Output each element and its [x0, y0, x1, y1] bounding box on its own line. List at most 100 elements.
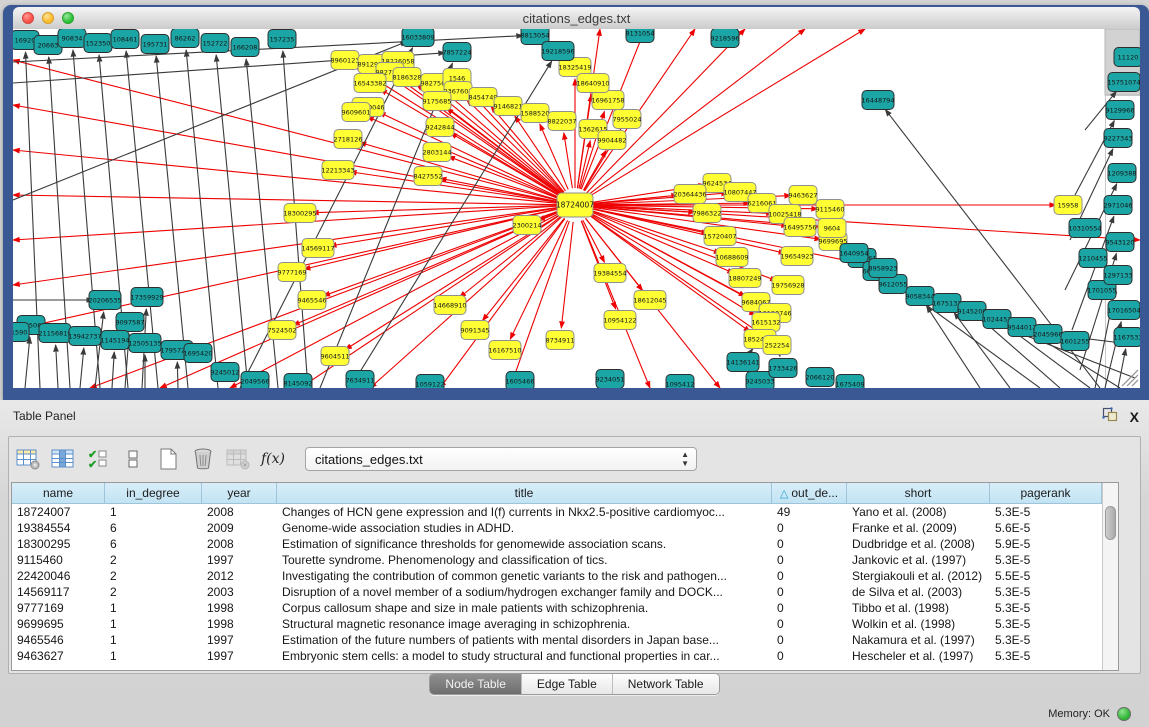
table-cell[interactable]: 5.3E-5	[990, 584, 1102, 600]
table-row[interactable]: 1938455462009Genome-wide association stu…	[12, 520, 1118, 536]
table-cell[interactable]: 0	[772, 584, 847, 600]
table-cell[interactable]: 5.3E-5	[990, 648, 1102, 664]
table-cell[interactable]: Yano et al. (2008)	[847, 504, 990, 520]
citation-edge[interactable]	[510, 220, 567, 339]
tab-network-table[interactable]: Network Table	[612, 674, 719, 694]
citation-edge[interactable]	[592, 193, 728, 204]
table-cell[interactable]: 0	[772, 648, 847, 664]
table-cell[interactable]: Genome-wide association studies in ADHD.	[277, 520, 772, 536]
citation-edge[interactable]	[13, 195, 558, 205]
table-cell[interactable]: 0	[772, 536, 847, 552]
table-cell[interactable]: Tourette syndrome. Phenomenology and cla…	[277, 552, 772, 568]
table-cell[interactable]: 19384554	[12, 520, 105, 536]
resize-grip-icon[interactable]	[1122, 370, 1138, 386]
citation-edge[interactable]	[312, 205, 558, 212]
tab-node-table[interactable]: Node Table	[430, 674, 521, 694]
table-cell[interactable]: Structural magnetic resonance image aver…	[277, 616, 772, 632]
column-header-name[interactable]: name	[12, 483, 105, 504]
function-builder-icon[interactable]: f(x)	[260, 445, 286, 473]
table-cell[interactable]: 1998	[202, 616, 277, 632]
close-panel-icon[interactable]: X	[1130, 410, 1139, 424]
float-panel-icon[interactable]	[1102, 407, 1118, 427]
table-cell[interactable]: 0	[772, 568, 847, 584]
table-row[interactable]: 2242004622012Investigating the contribut…	[12, 568, 1118, 584]
citation-edge[interactable]	[510, 221, 569, 388]
column-header-year[interactable]: year	[202, 483, 277, 504]
table-cell[interactable]: 5.3E-5	[990, 632, 1102, 648]
table-cell[interactable]: 49	[772, 504, 847, 520]
row-height-icon[interactable]	[120, 445, 146, 473]
table-cell[interactable]: Nakamura et al. (1997)	[847, 632, 990, 648]
table-cell[interactable]: Corpus callosum shape and size in male p…	[277, 600, 772, 616]
citation-edge[interactable]	[80, 348, 84, 388]
column-header-short[interactable]: short	[847, 483, 990, 504]
table-cell[interactable]: 2	[105, 584, 202, 600]
citation-edge[interactable]	[25, 337, 30, 388]
table-cell[interactable]: Estimation of the future numbers of pati…	[277, 632, 772, 648]
table-cell[interactable]: 5.3E-5	[990, 616, 1102, 632]
table-cell[interactable]: Investigating the contribution of common…	[277, 568, 772, 584]
table-cell[interactable]: 5.9E-5	[990, 536, 1102, 552]
table-row[interactable]: 969969511998Structural magnetic resonanc…	[12, 616, 1118, 632]
table-cell[interactable]: 0	[772, 616, 847, 632]
table-cell[interactable]: 18300295	[12, 536, 105, 552]
table-cell[interactable]: 1	[105, 632, 202, 648]
column-header-out-de-[interactable]: △out_de...	[772, 483, 847, 504]
new-table-icon[interactable]	[155, 445, 181, 473]
scrollbar-thumb[interactable]	[1105, 506, 1116, 540]
table-cell[interactable]: 18724007	[12, 504, 105, 520]
table-cell[interactable]: 6	[105, 520, 202, 536]
citation-edge[interactable]	[177, 362, 178, 388]
table-cell[interactable]: 2012	[202, 568, 277, 584]
citation-edge[interactable]	[750, 349, 753, 353]
table-cell[interactable]: 2008	[202, 504, 277, 520]
table-row[interactable]: 1830029562008Estimation of significance …	[12, 536, 1118, 552]
table-cell[interactable]: 1	[105, 600, 202, 616]
delete-table-icon[interactable]	[190, 445, 216, 473]
table-cell[interactable]: 14569117	[12, 584, 105, 600]
table-row[interactable]: 1872400712008Changes of HCN gene express…	[12, 504, 1118, 520]
network-canvas[interactable]: 1872400789601238912955182260589827508165…	[13, 29, 1140, 388]
table-cell[interactable]: Changes of HCN gene expression and I(f) …	[277, 504, 772, 520]
table-cell[interactable]: 1997	[202, 552, 277, 568]
table-cell[interactable]: Embryonic stem cells: a model to study s…	[277, 648, 772, 664]
table-cell[interactable]: Dudbridge et al. (2008)	[847, 536, 990, 552]
table-cell[interactable]: 6	[105, 536, 202, 552]
table-cell[interactable]: Tibbo et al. (1998)	[847, 600, 990, 616]
table-cell[interactable]: 0	[772, 552, 847, 568]
table-cell[interactable]: 9463627	[12, 648, 105, 664]
table-options-icon[interactable]	[15, 445, 41, 473]
column-header-pagerank[interactable]: pagerank	[990, 483, 1102, 504]
table-cell[interactable]: Franke et al. (2009)	[847, 520, 990, 536]
tab-edge-table[interactable]: Edge Table	[521, 674, 612, 694]
table-scrollbar[interactable]	[1102, 483, 1118, 670]
table-cell[interactable]: 9699695	[12, 616, 105, 632]
table-cell[interactable]: 1	[105, 504, 202, 520]
citation-edge[interactable]	[587, 29, 745, 193]
citation-edge[interactable]	[56, 345, 58, 388]
table-cell[interactable]: 9115460	[12, 552, 105, 568]
table-cell[interactable]: 2	[105, 552, 202, 568]
table-row[interactable]: 1456911722003Disruption of a novel membe…	[12, 584, 1118, 600]
column-header-title[interactable]: title	[277, 483, 772, 504]
table-cell[interactable]: de Silva et al. (2003)	[847, 584, 990, 600]
citation-edge[interactable]	[230, 213, 560, 388]
table-cell[interactable]: Estimation of significance thresholds fo…	[277, 536, 772, 552]
table-row[interactable]: 977716911998Corpus callosum shape and si…	[12, 600, 1118, 616]
table-cell[interactable]: 2008	[202, 536, 277, 552]
table-cell[interactable]: Hescheler et al. (1997)	[847, 648, 990, 664]
citation-edge[interactable]	[112, 352, 114, 388]
table-cell[interactable]: 5.5E-5	[990, 568, 1102, 584]
citation-edge[interactable]	[583, 220, 605, 262]
show-columns-icon[interactable]	[50, 445, 76, 473]
table-cell[interactable]: 5.3E-5	[990, 504, 1102, 520]
table-cell[interactable]: 1997	[202, 632, 277, 648]
table-cell[interactable]: Stergiakouli et al. (2012)	[847, 568, 990, 584]
table-cell[interactable]: 2009	[202, 520, 277, 536]
table-cell[interactable]: 22420046	[12, 568, 105, 584]
table-cell[interactable]: 9465546	[12, 632, 105, 648]
table-cell[interactable]: 5.3E-5	[990, 600, 1102, 616]
table-cell[interactable]: 2003	[202, 584, 277, 600]
table-row[interactable]: 946554611997Estimation of the future num…	[12, 632, 1118, 648]
select-rows-icon[interactable]: ✔ ✔	[85, 445, 111, 473]
